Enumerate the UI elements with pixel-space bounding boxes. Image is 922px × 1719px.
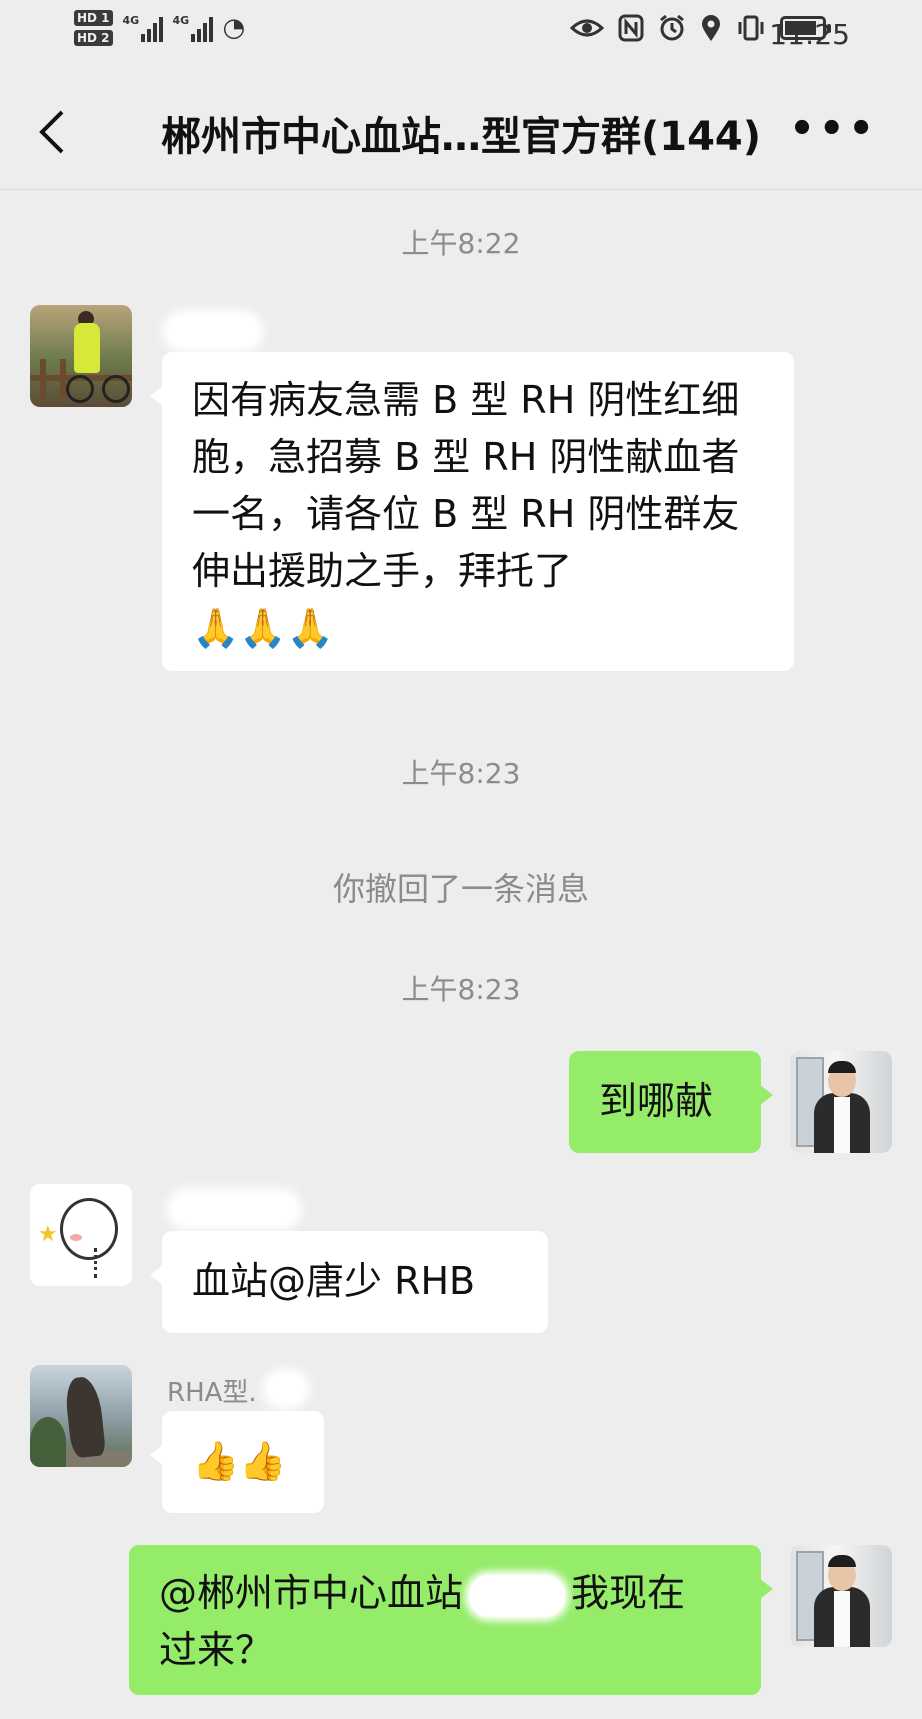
sender-name-redacted <box>268 1374 304 1404</box>
location-icon <box>702 15 720 41</box>
message-bubble-4[interactable]: 👍👍 <box>150 1411 324 1513</box>
message-text: 到哪献 <box>599 1079 714 1123</box>
avatar[interactable]: ★ <box>30 1184 132 1286</box>
chevron-left-icon <box>39 110 64 154</box>
signal-1-icon: 4G <box>123 14 163 42</box>
message-bubble-2[interactable]: 到哪献 <box>569 1051 773 1153</box>
vibrate-icon <box>738 15 764 41</box>
timestamp: 上午8:22 <box>401 227 521 260</box>
my-avatar[interactable] <box>790 1545 892 1647</box>
thumbs-up-emoji: 👍👍 <box>192 1439 287 1483</box>
timestamp: 上午8:23 <box>401 973 521 1006</box>
network-type-2: 4G <box>172 14 190 27</box>
message-text: 血站@唐少 RHB <box>192 1259 476 1303</box>
alarm-icon <box>660 14 684 41</box>
status-bar: HD 1 HD 2 4G 4G ◔ 11:25 <box>0 0 922 72</box>
mention-text: @郴州市中心血站 <box>159 1571 464 1615</box>
message-bubble-3[interactable]: 血站@唐少 RHB <box>150 1231 548 1333</box>
timestamp: 上午8:23 <box>401 757 521 790</box>
hd2-badge: HD 2 <box>74 30 113 46</box>
hd-indicators: HD 1 HD 2 <box>74 10 113 46</box>
chat-header: 郴州市中心血站…型官方群(144) ••• <box>0 72 922 190</box>
my-avatar[interactable] <box>790 1051 892 1153</box>
avatar[interactable] <box>30 1365 132 1467</box>
nfc-icon <box>618 14 644 42</box>
pray-emoji: 🙏🙏🙏 <box>192 606 334 650</box>
avatar[interactable] <box>30 305 132 407</box>
status-clock: 11:25 <box>769 18 850 51</box>
message-text: 因有病友急需 B 型 RH 阴性红细胞，急招募 B 型 RH 阴性献血者一名，请… <box>192 378 740 593</box>
sender-name-redacted <box>168 316 258 346</box>
redacted-area <box>469 1574 566 1617</box>
star-icon: ★ <box>38 1222 58 1247</box>
recall-notice: 你撤回了一条消息 <box>332 870 589 908</box>
message-bubble-1[interactable]: 因有病友急需 B 型 RH 阴性红细胞，急招募 B 型 RH 阴性献血者一名，请… <box>150 352 794 671</box>
eye-icon <box>570 19 604 37</box>
more-options-button[interactable]: ••• <box>789 109 878 149</box>
message-text-line2: 过来？ <box>159 1628 274 1672</box>
sender-name-redacted <box>172 1194 296 1224</box>
message-text-tail: 我现在 <box>571 1571 686 1615</box>
wifi-icon: ◔ <box>222 13 246 43</box>
network-type-1: 4G <box>122 14 140 27</box>
message-text: @郴州市中心血站 我现在 <box>159 1565 731 1622</box>
sender-name: RHA型. <box>167 1378 257 1408</box>
back-button[interactable] <box>36 110 76 154</box>
chat-title[interactable]: 郴州市中心血站…型官方群(144) <box>100 104 822 162</box>
message-bubble-5[interactable]: @郴州市中心血站 我现在 过来？ <box>129 1545 773 1695</box>
hd1-badge: HD 1 <box>74 10 113 26</box>
status-left: HD 1 HD 2 4G 4G ◔ <box>74 10 245 46</box>
signal-2-icon: 4G <box>173 14 213 42</box>
